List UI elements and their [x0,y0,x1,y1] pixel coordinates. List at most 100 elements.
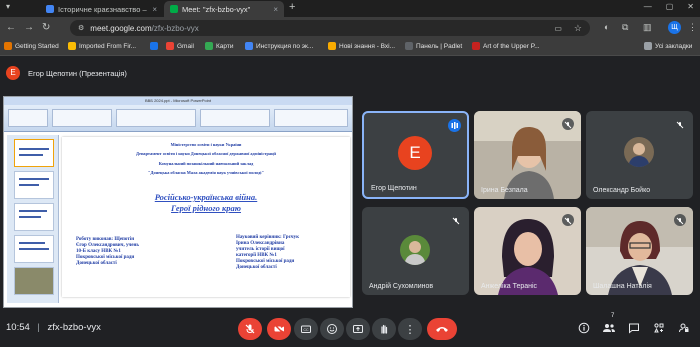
participant-name: Егор Щепотин [371,185,417,192]
menu-dots-icon[interactable]: ⋮ [688,22,697,33]
star-icon[interactable]: ☆ [574,23,582,34]
participant-avatar: Е [398,136,432,170]
bookmark-item[interactable]: Нові знання - Вхі... [328,42,395,50]
ppt-slide-panel [7,135,59,303]
extension-icon[interactable]: ◐ [604,22,609,32]
bookmark-item[interactable]: Карти [205,42,233,50]
url-path: /zfx-bzbo-vyx [151,23,199,33]
maps-icon [205,42,213,50]
mic-off-icon [674,118,686,130]
meeting-info: 10:54 | zfx-bzbo-vyx [6,322,101,333]
url-bar[interactable]: ⚙ meet.google.com /zfx-bzbo-vyx ▭ ☆ [70,20,590,36]
minimize-icon[interactable]: — [644,2,652,11]
google-meet-favicon-icon [170,5,178,13]
bookmark-item[interactable]: Gmail [166,42,194,50]
participant-tile[interactable]: Олександр Бойко [586,111,693,199]
hang-up-icon [436,327,448,332]
slide-supervisor-block: Науковий керівник: Грєчук Ірина Олександ… [236,235,299,270]
activities-button[interactable] [650,319,668,337]
bookmark-label: Art of the Upper P... [483,42,540,50]
all-bookmarks[interactable]: Усі закладки [644,42,692,50]
slide-header-line: Міністерство освіти і науки України [170,142,242,147]
bookmark-item[interactable]: Инструкция по эк... [245,42,313,50]
bookmark-item[interactable]: Панель | Padlet [405,42,462,50]
tab-close-icon[interactable]: × [152,5,157,14]
raise-hand-icon [381,324,388,334]
slide-thumbnail [14,235,54,263]
camera-icon[interactable]: ▭ [554,24,562,33]
captions-button[interactable]: CC [294,318,318,340]
site-info-icon[interactable]: ⚙ [78,24,84,32]
microphone-toggle[interactable] [238,318,262,340]
svg-text:CC: CC [303,328,309,332]
mic-off-icon [674,214,686,226]
chat-button[interactable] [625,319,643,337]
participant-tile[interactable]: Андрій Сухомлинов [362,207,469,295]
bookmark-label: Imported From Fir... [79,42,137,50]
maximize-icon[interactable]: ▢ [666,2,674,11]
meet-stage: Е Егор Щепотин (Презентація) ВВБ 2024.pp… [0,56,700,347]
bookmark-icon [245,42,253,50]
slide-header-line: Комунальний позашкільний навчальний закл… [158,161,254,166]
raise-hand-button[interactable] [372,318,396,340]
slide-thumbnail [14,267,54,295]
clock-time: 10:54 [6,322,30,333]
participant-tile[interactable]: Е Егор Щепотин [362,111,469,199]
camera-toggle[interactable] [267,318,291,340]
bookmarks-bar: Getting Started Imported From Fir... Gma… [0,39,700,56]
present-screen-icon [353,325,363,333]
profile-avatar[interactable]: Щ [668,21,681,34]
meeting-details-button[interactable] [575,319,593,337]
puzzle-icon[interactable]: ⧉ [622,22,628,33]
participant-tile[interactable]: Шалашна Наталія [586,207,693,295]
people-count-badge: 7 [611,313,615,319]
slide-thumbnail [14,203,54,231]
present-button[interactable] [346,318,370,340]
bookmark-label: Панель | Padlet [416,42,463,50]
slide-header-line: "Донецька обласна Мала академія наук учн… [148,170,264,175]
reload-icon[interactable]: ↻ [42,22,50,33]
slide-title-line1: Російсько-українська війна. [154,192,258,202]
bookmark-item[interactable]: Art of the Upper P... [472,42,540,50]
bookmark-label: Gmail [177,42,194,50]
people-button[interactable] [600,319,618,337]
tab-title: Історичне краєзнавство – [58,4,147,14]
separator: | [37,322,40,333]
bookmark-item[interactable]: Getting Started [4,42,59,50]
tab-history[interactable]: Історичне краєзнавство – × [40,1,163,17]
mic-off-icon [450,214,462,226]
new-tab-button[interactable]: + [289,1,295,13]
host-controls-button[interactable] [675,319,693,337]
lock-person-icon [679,323,689,333]
captions-icon: CC [301,325,311,333]
emoji-icon [327,324,337,334]
more-options-button[interactable]: ⋮ [398,318,422,340]
participant-tile[interactable]: Анжеліка Тераніс [474,207,581,295]
meeting-code: zfx-bzbo-vyx [47,322,101,333]
sidepanel-icon[interactable]: ▥ [643,22,652,33]
gmail-icon [166,42,174,50]
bookmark-label: Инструкция по эк... [256,42,314,50]
participant-tile[interactable]: Ірина Безпала [474,111,581,199]
participant-name: Шалашна Наталія [593,283,652,290]
leave-call-button[interactable] [427,318,457,340]
tab-close-icon[interactable]: × [273,5,278,14]
slide-thumbnail [14,139,54,167]
back-icon[interactable]: ← [6,22,16,33]
tab-meet[interactable]: Meet: "zfx-bzbo-vyx" × [164,1,284,17]
camera-off-icon [274,324,284,334]
mic-off-icon [562,214,574,226]
google-docs-favicon-icon [46,5,54,13]
mic-off-icon [245,324,255,334]
bookmark-item[interactable] [150,42,161,50]
activities-icon [654,323,664,333]
bookmark-label: Карти [216,42,234,50]
forward-icon[interactable]: → [24,22,34,33]
reactions-button[interactable] [320,318,344,340]
slide-header-line: Департамент освіти і науки Донецької обл… [136,151,276,156]
participant-name: Олександр Бойко [593,187,651,194]
tab-search-icon[interactable]: ▾ [2,2,14,14]
bookmark-item[interactable]: Imported From Fir... [68,42,136,50]
url-domain: meet.google.com [90,23,152,33]
close-window-icon[interactable]: ✕ [687,2,694,11]
